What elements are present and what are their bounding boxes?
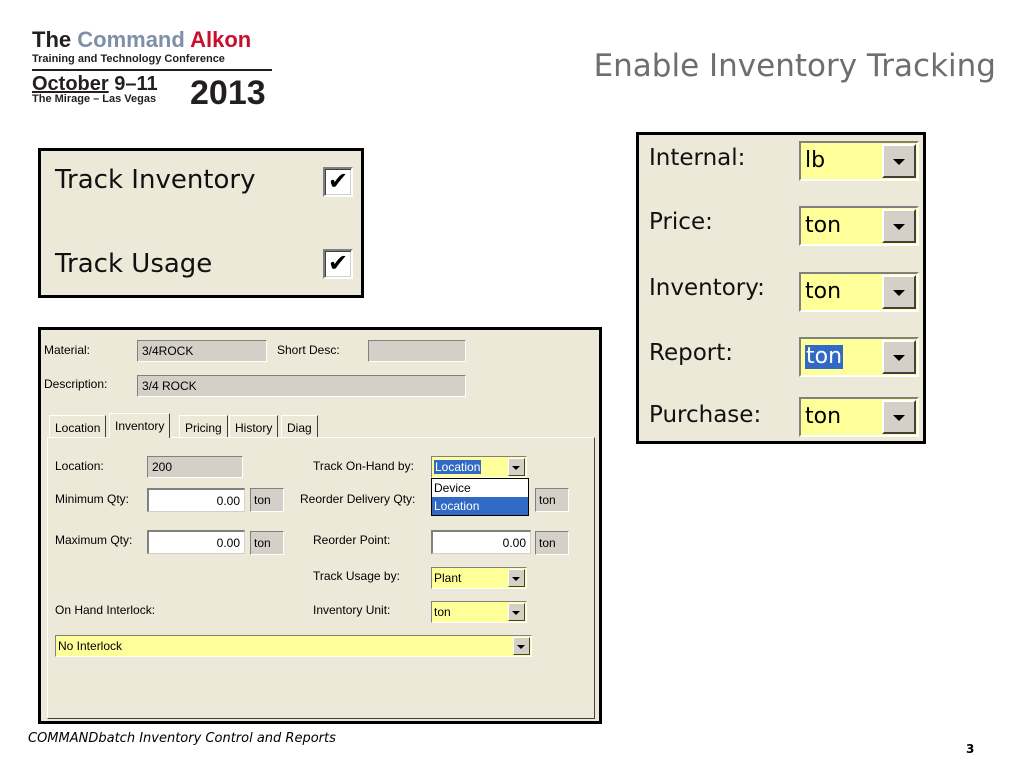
logo-venue: The Mirage – Las Vegas — [32, 93, 157, 105]
inventory-unit-select[interactable]: ton — [799, 272, 919, 312]
report-unit-value: ton — [805, 344, 844, 369]
maximum-qty-unit: ton — [250, 531, 284, 555]
chevron-down-icon[interactable] — [882, 209, 916, 243]
description-label: Description: — [44, 377, 108, 391]
dropdown-option-location[interactable]: Location — [432, 497, 528, 515]
internal-unit-value: lb — [805, 148, 826, 173]
inventory-unit-value: ton — [805, 279, 842, 304]
logo-month: October — [32, 73, 109, 95]
reorder-point-label: Reorder Point: — [313, 533, 391, 547]
tab-inventory[interactable]: Inventory — [109, 413, 171, 438]
logo-the: The — [32, 27, 72, 52]
inventory-unit-field-value: ton — [434, 605, 451, 619]
price-unit-label: Price: — [649, 209, 713, 235]
track-usage-label: Track Usage — [55, 249, 213, 279]
price-unit-select[interactable]: ton — [799, 206, 919, 246]
chevron-down-icon[interactable] — [882, 400, 916, 434]
purchase-unit-select[interactable]: ton — [799, 397, 919, 437]
track-usage-select[interactable]: Plant — [431, 567, 527, 589]
page-number: 3 — [966, 742, 975, 756]
report-unit-label: Report: — [649, 340, 733, 366]
tab-pricing[interactable]: Pricing — [179, 415, 228, 437]
slide-title: Enable Inventory Tracking — [593, 48, 996, 84]
reorder-point-unit: ton — [535, 531, 569, 555]
chevron-down-icon[interactable] — [508, 569, 525, 587]
footer-text: COMMANDbatch Inventory Control and Repor… — [28, 731, 336, 746]
logo-title: The Command Alkon — [32, 28, 280, 52]
material-form: Material: 3/4ROCK Short Desc: Descriptio… — [38, 327, 602, 724]
track-inventory-checkbox[interactable]: ✔ — [323, 167, 353, 197]
units-panel: Internal: lb Price: ton Inventory: ton R… — [636, 132, 926, 444]
minimum-qty-input[interactable]: 0.00 — [147, 488, 245, 512]
maximum-qty-input[interactable]: 0.00 — [147, 530, 245, 554]
tab-diag[interactable]: Diag — [281, 415, 318, 437]
inventory-unit-label: Inventory: — [649, 275, 765, 301]
track-onhand-value: Location — [434, 460, 482, 474]
track-usage-value: Plant — [434, 571, 462, 585]
logo-subtitle: Training and Technology Conference — [32, 53, 225, 65]
internal-unit-label: Internal: — [649, 145, 746, 171]
material-label: Material: — [44, 343, 91, 357]
logo-divider — [32, 69, 272, 71]
track-onhand-dropdown: Device Location — [431, 478, 529, 516]
onhand-interlock-value: No Interlock — [58, 639, 123, 653]
description-field[interactable]: 3/4 ROCK — [137, 375, 466, 397]
tab-location[interactable]: Location — [49, 415, 107, 437]
price-unit-value: ton — [805, 213, 842, 238]
logo-days: 9–11 — [114, 73, 158, 95]
material-field[interactable]: 3/4ROCK — [137, 340, 267, 362]
report-unit-select[interactable]: ton — [799, 337, 919, 377]
reorder-delivery-label: Reorder Delivery Qty: — [300, 492, 416, 506]
internal-unit-select[interactable]: lb — [799, 141, 919, 181]
chevron-down-icon[interactable] — [882, 144, 916, 178]
track-options-panel: Track Inventory ✔ Track Usage ✔ — [38, 148, 364, 298]
short-desc-field[interactable] — [368, 340, 466, 362]
purchase-unit-label: Purchase: — [649, 402, 762, 428]
conference-logo: The Command Alkon Training and Technolog… — [32, 28, 280, 118]
track-usage-by-label: Track Usage by: — [313, 569, 400, 583]
location-label: Location: — [55, 459, 104, 473]
onhand-interlock-select[interactable]: No Interlock — [55, 635, 532, 657]
logo-alkon: Alkon — [190, 27, 252, 52]
reorder-point-input[interactable]: 0.00 — [431, 530, 531, 554]
track-inventory-label: Track Inventory — [55, 165, 256, 195]
location-field[interactable]: 200 — [147, 456, 243, 478]
minimum-qty-unit: ton — [250, 488, 284, 512]
reorder-delivery-unit: ton — [535, 488, 569, 512]
inventory-unit-field-select[interactable]: ton — [431, 601, 527, 623]
inventory-unit-field-label: Inventory Unit: — [313, 603, 391, 617]
chevron-down-icon[interactable] — [513, 637, 530, 655]
purchase-unit-value: ton — [805, 404, 842, 429]
track-onhand-select[interactable]: Location — [431, 456, 527, 478]
short-desc-label: Short Desc: — [277, 343, 340, 357]
chevron-down-icon[interactable] — [882, 275, 916, 309]
track-onhand-label: Track On-Hand by: — [313, 459, 414, 473]
chevron-down-icon[interactable] — [882, 340, 916, 374]
tab-history[interactable]: History — [229, 415, 279, 437]
minimum-qty-label: Minimum Qty: — [55, 492, 130, 506]
chevron-down-icon[interactable] — [508, 458, 525, 476]
chevron-down-icon[interactable] — [508, 603, 525, 621]
logo-command: Command — [77, 27, 185, 52]
logo-year: 2013 — [190, 74, 266, 112]
maximum-qty-label: Maximum Qty: — [55, 533, 133, 547]
onhand-interlock-label: On Hand Interlock: — [55, 603, 156, 617]
track-usage-checkbox[interactable]: ✔ — [323, 249, 353, 279]
dropdown-option-device[interactable]: Device — [432, 479, 528, 497]
logo-date: October 9–11 — [32, 73, 158, 95]
